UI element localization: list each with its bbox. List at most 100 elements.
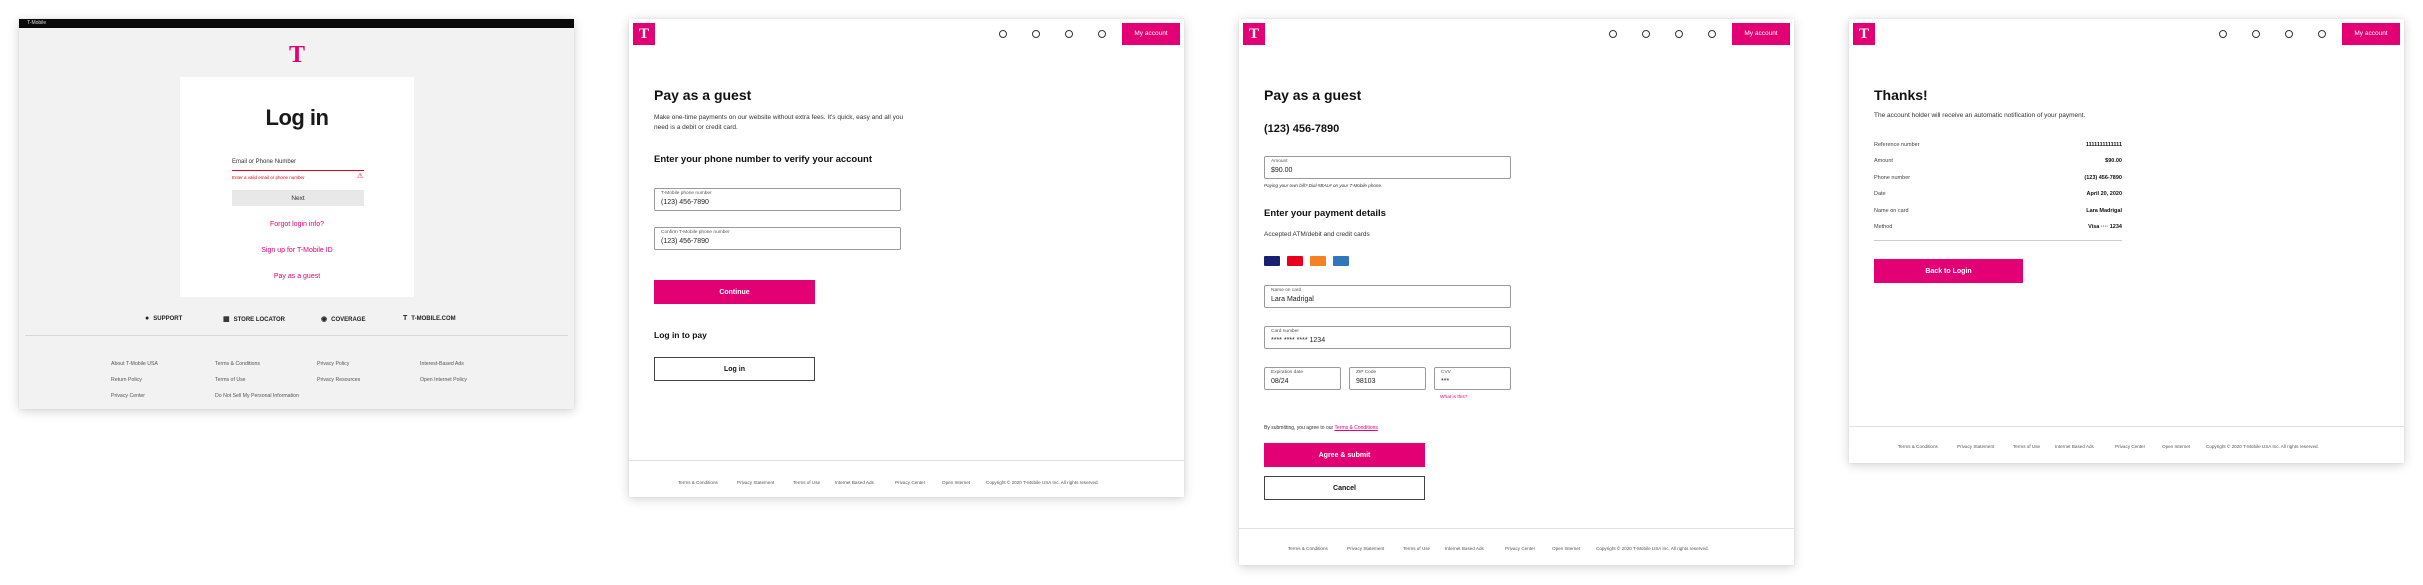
footer-link[interactable]: Privacy Center [2115,444,2145,449]
amount-note: Paying your own bill? Dial #BAL# on your… [1264,183,1383,188]
footer-link[interactable]: Privacy Policy [317,361,349,367]
tmobile-icon: T [403,315,408,322]
amount-field[interactable]: Amount $90.00 [1264,156,1511,179]
cart-icon[interactable] [2285,30,2293,38]
top-bar: T-Mobile [19,19,574,28]
login-card: Log in Email or Phone Number Enter a val… [180,77,414,297]
tmobile-logo[interactable]: T [1243,23,1265,45]
footer-link[interactable]: About T-Mobile USA [111,361,158,367]
details-heading: Enter your payment details [1264,208,1386,219]
footer-link[interactable]: Internet Based Ads [2055,444,2094,449]
tmobile-com-link[interactable]: T T-MOBILE.COM [403,315,456,322]
expiration-date-field[interactable]: Expiration date 08/24 [1264,367,1341,390]
continue-button[interactable]: Continue [654,280,815,304]
cancel-button[interactable]: Cancel [1264,476,1425,500]
back-to-login-button[interactable]: Back to Login [1874,259,2023,283]
footer-link[interactable]: Open Internet [2162,444,2190,449]
receipt-row: Method Visa ···· 1234 [1874,224,2122,230]
email-field[interactable] [232,170,364,171]
receipt-row: Phone number (123) 456-7890 [1874,175,2122,181]
log-in-button[interactable]: Log in [654,357,815,381]
cvv-help-link[interactable]: What is this? [1440,395,1467,400]
divider [25,335,568,336]
site-header: T My account [1239,19,1794,49]
footer-link[interactable]: Terms of Use [215,377,246,383]
footer-link[interactable]: Terms of Use [793,480,820,485]
menu-icon[interactable] [1708,30,1716,38]
confirm-phone-field[interactable]: Confirm T-Mobile phone number (123) 456-… [654,227,901,250]
store-icon[interactable] [2252,30,2260,38]
footer-link[interactable]: Terms & Conditions [678,480,718,485]
footer-link[interactable]: Terms & Conditions [1898,444,1938,449]
page-title: Thanks! [1874,87,1928,103]
tmobile-logo[interactable]: T [633,23,655,45]
store-locator-link[interactable]: ▦ STORE LOCATOR [223,315,285,323]
pay-as-guest-link[interactable]: Pay as a guest [180,273,414,280]
cvv-field[interactable]: CVV *** [1434,367,1511,390]
accepted-cards-text: Accepted ATM/debit and credit cards [1264,231,1370,238]
footer-link[interactable]: Return Policy [111,377,142,383]
search-icon[interactable] [1609,30,1617,38]
coverage-link[interactable]: ◉ COVERAGE [321,315,365,323]
footer-link[interactable]: Privacy Resources [317,377,360,383]
footer-link[interactable]: Internet Based Ads [1445,546,1484,551]
card-number-field[interactable]: Card number **** **** **** 1234 [1264,326,1511,349]
copyright-text: Copyright © 2020 T-Mobile USA Inc. All r… [2206,444,2319,449]
terms-link[interactable]: Terms & Conditions [1335,425,1378,431]
store-icon: ▦ [223,316,230,323]
login-screen: T-Mobile T Log in Email or Phone Number … [19,19,574,409]
footer: Terms & Conditions Privacy Statement Ter… [629,460,1184,497]
search-icon[interactable] [2219,30,2227,38]
agree-submit-button[interactable]: Agree & submit [1264,443,1425,467]
footer-link[interactable]: Interest-Based Ads [420,361,464,367]
cart-icon[interactable] [1065,30,1073,38]
receipt-row: Amount $90.00 [1874,158,2122,164]
signal-icon: ◉ [321,316,328,323]
thanks-message: The account holder will receive an autom… [1874,112,2086,119]
footer-link[interactable]: Terms of Use [2013,444,2040,449]
phone-number-heading: (123) 456-7890 [1264,123,1340,135]
site-header: T My account [1849,19,2404,49]
support-link[interactable]: ● SUPPORT [145,315,182,322]
menu-icon[interactable] [2318,30,2326,38]
footer-link[interactable]: Terms of Use [1403,546,1430,551]
store-icon[interactable] [1642,30,1650,38]
zip-code-field[interactable]: ZIP Code 98103 [1349,367,1426,390]
forgot-login-link[interactable]: Forgot login info? [180,221,414,228]
my-account-button[interactable]: My account [1122,23,1180,45]
name-on-card-field[interactable]: Name on card Lara Madrigal [1264,285,1511,308]
footer-link[interactable]: Internet Based Ads [835,480,874,485]
login-heading: Log in to pay [654,330,707,340]
menu-icon[interactable] [1098,30,1106,38]
store-icon[interactable] [1032,30,1040,38]
footer-link[interactable]: Privacy Statement [737,480,774,485]
footer-link[interactable]: Open Internet Policy [420,377,467,383]
terms-agreement-text: By submitting, you agree to our Terms & … [1264,425,1378,431]
tmobile-logo: T [288,42,305,68]
footer-link[interactable]: Do Not Sell My Personal Information [215,393,299,399]
footer-link[interactable]: Terms & Conditions [1288,546,1328,551]
cart-icon[interactable] [1675,30,1683,38]
receipt-row: Date April 20, 2020 [1874,191,2122,197]
next-button[interactable]: Next [232,190,364,206]
sign-up-link[interactable]: Sign up for T-Mobile ID [180,247,414,254]
footer-link[interactable]: Privacy Center [111,393,145,399]
footer-link[interactable]: Terms & Conditions [215,361,260,367]
search-icon[interactable] [999,30,1007,38]
my-account-button[interactable]: My account [1732,23,1790,45]
warning-icon: ⚠ [357,173,364,180]
footer-link[interactable]: Privacy Center [895,480,925,485]
email-field-label: Email or Phone Number [232,159,297,165]
footer-link[interactable]: Privacy Statement [1957,444,1994,449]
footer-link[interactable]: Open Internet [1552,546,1580,551]
receipt-row: Name on card Lara Madrigal [1874,208,2122,214]
my-account-button[interactable]: My account [2342,23,2400,45]
footer-link[interactable]: Privacy Statement [1347,546,1384,551]
tmobile-logo[interactable]: T [1853,23,1875,45]
footer: Terms & Conditions Privacy Statement Ter… [1239,528,1794,565]
phone-field[interactable]: T-Mobile phone number (123) 456-7890 [654,188,901,211]
footer-link[interactable]: Privacy Center [1505,546,1535,551]
email-error-text: Enter a valid email or phone number [232,175,305,180]
footer-link[interactable]: Open Internet [942,480,970,485]
support-icon: ● [145,315,150,322]
